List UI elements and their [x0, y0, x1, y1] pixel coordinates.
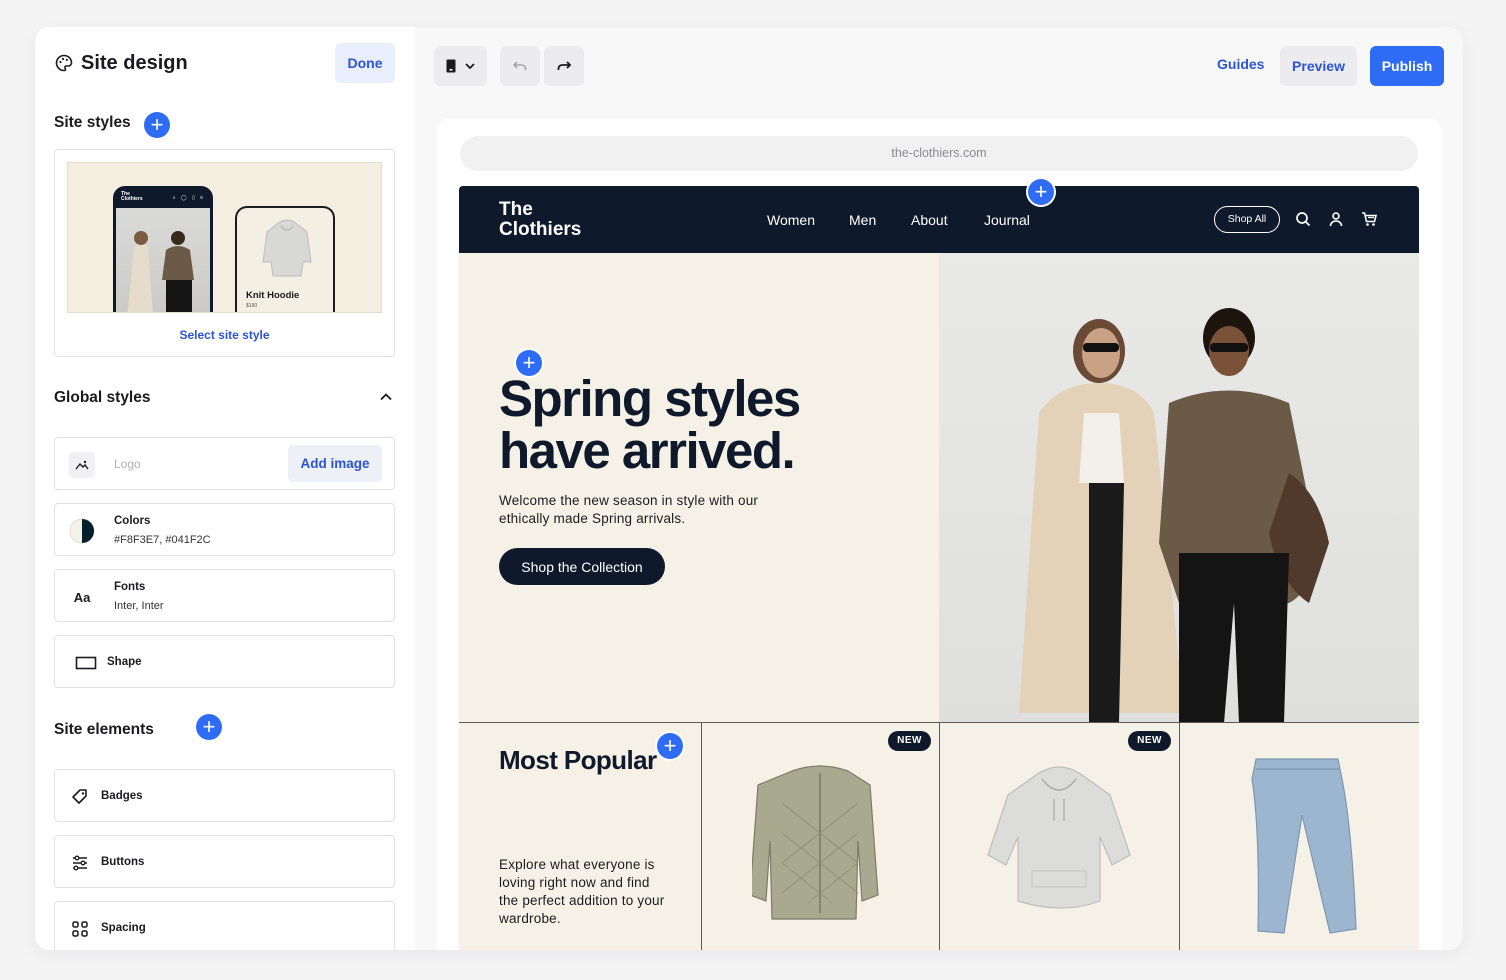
shop-all-button[interactable]: Shop All: [1214, 206, 1280, 233]
website-preview: The Clothiers Women Men About Journal Sh…: [459, 186, 1419, 950]
device-selector[interactable]: [434, 46, 487, 86]
hero-subtitle: Welcome the new season in style with our…: [499, 493, 759, 526]
hero-title: Spring styles have arrived.: [499, 373, 919, 477]
logo-row: Logo Add image: [54, 437, 395, 490]
site-navbar: The Clothiers Women Men About Journal Sh…: [459, 186, 1419, 253]
site-styles-heading: Site styles: [54, 114, 131, 131]
most-popular-section: Most Popular Explore what everyone is lo…: [459, 722, 1419, 950]
search-icon[interactable]: [1293, 209, 1313, 229]
phone-nav-icons: ⌕ ◯ ▯ ≡: [172, 195, 205, 201]
site-style-preview: The Clothiers ⌕ ◯ ▯ ≡ Knit Hoodie $190: [67, 162, 382, 313]
nav-link-women[interactable]: Women: [767, 212, 815, 228]
buttons-row[interactable]: Buttons: [54, 835, 395, 888]
add-image-button[interactable]: Add image: [288, 445, 382, 482]
fonts-label: Fonts: [114, 581, 146, 593]
redo-button[interactable]: [544, 46, 584, 86]
tag-icon: [67, 784, 93, 810]
mobile-device-icon: [445, 58, 457, 74]
site-brand-line2: Clothiers: [499, 219, 582, 240]
quilted-jacket-image: [752, 765, 879, 920]
phone-hero-image: [116, 208, 210, 312]
shape-row[interactable]: Shape: [54, 635, 395, 688]
site-style-card[interactable]: The Clothiers ⌕ ◯ ▯ ≡ Knit Hoodie $190 S…: [54, 149, 395, 357]
phone-product-name: Knit Hoodie: [246, 290, 300, 301]
site-elements-heading: Site elements: [54, 721, 154, 738]
new-badge: NEW: [1128, 731, 1171, 751]
sidebar-header: Site design Done: [55, 43, 395, 83]
spacing-label: Spacing: [101, 922, 146, 934]
account-icon[interactable]: [1326, 209, 1346, 229]
most-popular-title: Most Popular: [499, 745, 657, 775]
new-badge: NEW: [888, 731, 931, 751]
colors-value: #F8F3E7, #041F2C: [114, 534, 211, 546]
hero-title-line2: have arrived.: [499, 422, 796, 479]
jeans-image: [1251, 758, 1357, 934]
undo-button[interactable]: [500, 46, 540, 86]
hero-title-line1: Spring styles: [499, 370, 801, 427]
badges-row[interactable]: Badges: [54, 769, 395, 822]
phone-product-price: $190: [246, 303, 258, 309]
redo-icon: [556, 59, 572, 73]
shape-label: Shape: [107, 656, 142, 668]
sidebar: Site design Done Site styles + The Cloth…: [35, 27, 415, 950]
add-site-element-plus-icon[interactable]: +: [196, 714, 222, 740]
logo-placeholder: Logo: [114, 457, 141, 471]
add-section-plus-icon[interactable]: +: [1028, 179, 1054, 205]
font-icon: Aa: [73, 589, 91, 605]
rectangle-icon: [73, 650, 99, 676]
hoodie-thumbnail: [262, 219, 312, 277]
select-site-style-link[interactable]: Select site style: [55, 328, 394, 342]
palette-icon: [55, 54, 73, 72]
hero-image: [939, 253, 1419, 723]
colors-label: Colors: [114, 515, 151, 527]
hoodie-image: [987, 766, 1131, 909]
sidebar-title: Site design: [81, 51, 188, 74]
site-brand[interactable]: The Clothiers: [499, 200, 609, 240]
buttons-label: Buttons: [101, 856, 145, 868]
cart-icon[interactable]: [1359, 209, 1379, 229]
preview-button[interactable]: Preview: [1280, 46, 1357, 86]
publish-button[interactable]: Publish: [1370, 46, 1444, 86]
product-card-jeans[interactable]: [1179, 723, 1419, 950]
done-button[interactable]: Done: [335, 43, 395, 83]
contrast-icon: [69, 518, 95, 544]
product-card-hoodie[interactable]: NEW: [939, 723, 1179, 950]
fonts-row[interactable]: Aa Fonts Inter, Inter: [54, 569, 395, 622]
global-styles-heading: Global styles: [54, 389, 151, 406]
most-popular-description: Explore what everyone is loving right no…: [499, 857, 665, 926]
grid-icon: [67, 916, 93, 942]
url-bar: the-clothiers.com: [460, 136, 1418, 171]
shop-collection-button[interactable]: Shop the Collection: [499, 548, 665, 585]
colors-row[interactable]: Colors #F8F3E7, #041F2C: [54, 503, 395, 556]
app-window: Site design Done Site styles + The Cloth…: [35, 27, 1463, 950]
sliders-icon: [67, 850, 93, 876]
phone-brand-line2: Clothiers: [121, 196, 143, 202]
preview-canvas: the-clothiers.com The Clothiers Women Me…: [437, 119, 1442, 950]
undo-icon: [512, 59, 528, 73]
guides-link[interactable]: Guides: [1217, 56, 1264, 72]
nav-link-men[interactable]: Men: [849, 212, 876, 228]
fonts-value: Inter, Inter: [114, 600, 164, 612]
spacing-row[interactable]: Spacing: [54, 901, 395, 950]
nav-link-about[interactable]: About: [911, 212, 948, 228]
hero-text-panel: Spring styles have arrived. Welcome the …: [459, 253, 939, 723]
badges-label: Badges: [101, 790, 143, 802]
add-site-style-plus-icon[interactable]: +: [144, 112, 170, 138]
phone-mockup-product: Knit Hoodie $190: [235, 206, 335, 312]
add-block-plus-icon[interactable]: +: [657, 733, 683, 759]
site-brand-line1: The: [499, 199, 533, 220]
add-block-plus-icon[interactable]: +: [516, 350, 542, 376]
chevron-down-icon: [464, 60, 476, 72]
nav-link-journal[interactable]: Journal: [984, 212, 1030, 228]
product-card-jacket[interactable]: NEW: [701, 723, 939, 950]
chevron-up-icon[interactable]: [377, 388, 395, 406]
image-icon: [69, 452, 95, 478]
phone-mockup-home: The Clothiers ⌕ ◯ ▯ ≡: [113, 186, 213, 312]
